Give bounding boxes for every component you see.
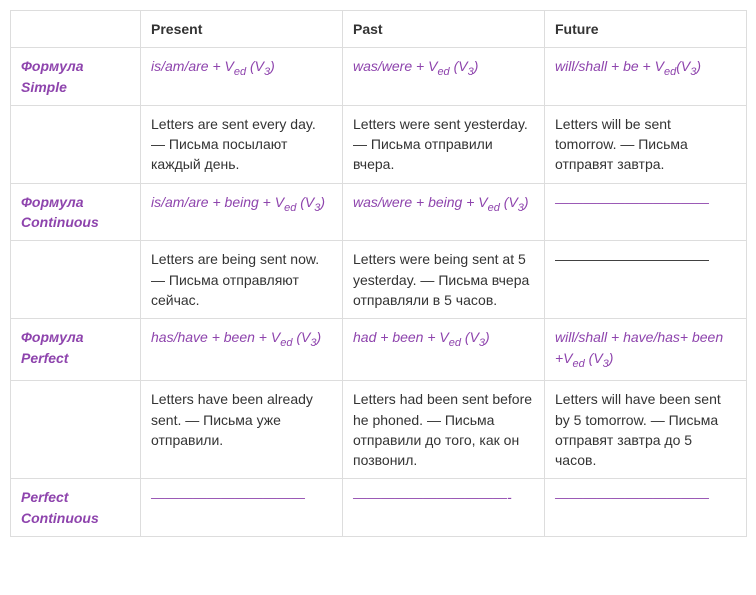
example-perfect-future: Letters will have been sent by 5 tomorro… [545, 381, 747, 479]
row-continuous-example: Letters are being sent now. — Письма отп… [11, 241, 747, 319]
header-empty [11, 11, 141, 48]
formula-continuous-future: ——————————— [545, 183, 747, 241]
formula-perfect-future: will/shall + have/has+ been +Ved (V3) [545, 319, 747, 381]
rowlabel-simple: Формула Simple [11, 48, 141, 106]
rowlabel-continuous: Формула Continuous [11, 183, 141, 241]
formula-perfect-past: had + been + Ved (V3) [343, 319, 545, 381]
passive-voice-table: Present Past Future Формула Simple is/am… [10, 10, 747, 537]
row-perfect-continuous: Perfect Continuous ——————————— —————————… [11, 479, 747, 537]
formula-pc-future: ——————————— [545, 479, 747, 537]
formula-continuous-present: is/am/are + being + Ved (V3) [141, 183, 343, 241]
example-perfect-past: Letters had been sent before he phoned. … [343, 381, 545, 479]
example-simple-past: Letters were sent yesterday. — Письма от… [343, 105, 545, 183]
example-continuous-past: Letters were being sent at 5 yesterday. … [343, 241, 545, 319]
formula-continuous-past: was/were + being + Ved (V3) [343, 183, 545, 241]
formula-simple-present: is/am/are + Ved (V3) [141, 48, 343, 106]
example-perfect-present: Letters have been already sent. — Письма… [141, 381, 343, 479]
header-past: Past [343, 11, 545, 48]
example-continuous-future: ——————————— [545, 241, 747, 319]
row-perfect-example: Letters have been already sent. — Письма… [11, 381, 747, 479]
rowlabel-continuous-ex [11, 241, 141, 319]
formula-perfect-present: has/have + been + Ved (V3) [141, 319, 343, 381]
row-simple-example: Letters are sent every day. — Письма пос… [11, 105, 747, 183]
formula-simple-future: will/shall + be + Ved(V3) [545, 48, 747, 106]
example-continuous-present: Letters are being sent now. — Письма отп… [141, 241, 343, 319]
example-simple-future: Letters will be sent tomorrow. — Письма … [545, 105, 747, 183]
header-future: Future [545, 11, 747, 48]
header-present: Present [141, 11, 343, 48]
formula-pc-present: ——————————— [141, 479, 343, 537]
rowlabel-perfect: Формула Perfect [11, 319, 141, 381]
rowlabel-perfect-ex [11, 381, 141, 479]
rowlabel-simple-ex [11, 105, 141, 183]
row-perfect-formula: Формула Perfect has/have + been + Ved (V… [11, 319, 747, 381]
header-row: Present Past Future [11, 11, 747, 48]
row-simple-formula: Формула Simple is/am/are + Ved (V3) was/… [11, 48, 747, 106]
formula-simple-past: was/were + Ved (V3) [343, 48, 545, 106]
rowlabel-perfect-continuous: Perfect Continuous [11, 479, 141, 537]
formula-pc-past: ———————————- [343, 479, 545, 537]
example-simple-present: Letters are sent every day. — Письма пос… [141, 105, 343, 183]
row-continuous-formula: Формула Continuous is/am/are + being + V… [11, 183, 747, 241]
